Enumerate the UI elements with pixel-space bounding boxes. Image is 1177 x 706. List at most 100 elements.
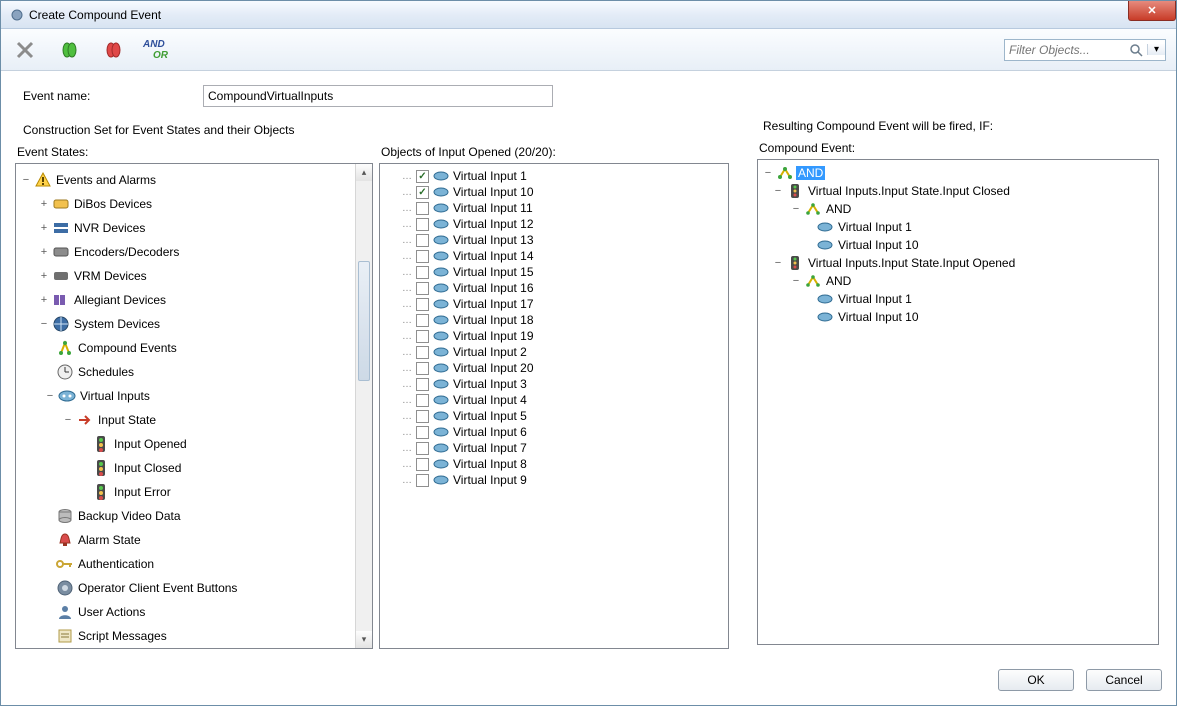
- compound-tree[interactable]: − AND − Virtual Inputs.Input State.Input…: [758, 160, 1158, 330]
- object-row[interactable]: …Virtual Input 6: [384, 424, 726, 440]
- object-row[interactable]: …Virtual Input 17: [384, 296, 726, 312]
- scroll-up-icon[interactable]: ▴: [356, 164, 372, 181]
- remove-red-tool[interactable]: [99, 36, 127, 64]
- virtual-input-icon: [433, 347, 449, 357]
- compound-opened-and[interactable]: − AND: [762, 272, 1156, 290]
- compound-opened-path[interactable]: − Virtual Inputs.Input State.Input Opene…: [762, 254, 1156, 272]
- checkbox[interactable]: ✓: [416, 186, 429, 199]
- object-row[interactable]: …Virtual Input 19: [384, 328, 726, 344]
- tree-item-script-messages[interactable]: Script Messages: [20, 624, 354, 648]
- tree-item-input-state[interactable]: − Input State: [20, 408, 354, 432]
- tree-item-dibos[interactable]: + DiBos Devices: [20, 192, 354, 216]
- tree-item-input-closed[interactable]: Input Closed: [20, 456, 354, 480]
- compound-closed-and[interactable]: − AND: [762, 200, 1156, 218]
- filter-dropdown-button[interactable]: ▾: [1147, 44, 1165, 55]
- checkbox[interactable]: [416, 474, 429, 487]
- event-name-input[interactable]: [203, 85, 553, 107]
- object-row[interactable]: …Virtual Input 13: [384, 232, 726, 248]
- tree-item-nvr[interactable]: + NVR Devices: [20, 216, 354, 240]
- cancel-button[interactable]: Cancel: [1086, 669, 1162, 691]
- server-icon: [52, 219, 70, 237]
- object-row[interactable]: …✓Virtual Input 10: [384, 184, 726, 200]
- checkbox[interactable]: [416, 282, 429, 295]
- filter-input[interactable]: [1005, 41, 1125, 59]
- object-row[interactable]: …Virtual Input 3: [384, 376, 726, 392]
- compound-closed-vi10[interactable]: Virtual Input 10: [762, 236, 1156, 254]
- checkbox[interactable]: [416, 426, 429, 439]
- object-label: Virtual Input 15: [453, 265, 534, 279]
- tree-item-encdec[interactable]: + Encoders/Decoders: [20, 240, 354, 264]
- object-row[interactable]: …Virtual Input 11: [384, 200, 726, 216]
- compound-closed-vi1[interactable]: Virtual Input 1: [762, 218, 1156, 236]
- event-states-tree[interactable]: − Events and Alarms + DiBos Devic: [16, 164, 372, 652]
- checkbox[interactable]: [416, 266, 429, 279]
- scroll-down-icon[interactable]: ▾: [356, 631, 372, 648]
- object-row[interactable]: …✓Virtual Input 1: [384, 168, 726, 184]
- close-button[interactable]: ✕: [1128, 1, 1176, 21]
- tree-item-system[interactable]: − System Devices: [20, 312, 354, 336]
- object-row[interactable]: …Virtual Input 5: [384, 408, 726, 424]
- encoder-icon: [52, 243, 70, 261]
- ok-button[interactable]: OK: [998, 669, 1074, 691]
- checkbox[interactable]: [416, 218, 429, 231]
- checkbox[interactable]: [416, 458, 429, 471]
- scroll-thumb[interactable]: [358, 261, 370, 381]
- checkbox[interactable]: [416, 410, 429, 423]
- checkbox[interactable]: [416, 362, 429, 375]
- virtual-input-icon: [433, 395, 449, 405]
- checkbox[interactable]: [416, 314, 429, 327]
- checkbox[interactable]: [416, 330, 429, 343]
- object-row[interactable]: …Virtual Input 16: [384, 280, 726, 296]
- add-green-tool[interactable]: [55, 36, 83, 64]
- checkbox[interactable]: [416, 442, 429, 455]
- objects-list[interactable]: …✓Virtual Input 1…✓Virtual Input 10…Virt…: [380, 164, 728, 492]
- tree-item-schedules[interactable]: Schedules: [20, 360, 354, 384]
- object-row[interactable]: …Virtual Input 14: [384, 248, 726, 264]
- checkbox[interactable]: [416, 298, 429, 311]
- tree-root[interactable]: − Events and Alarms: [20, 168, 354, 192]
- event-states-header: Event States:: [15, 143, 373, 163]
- delete-tool[interactable]: [11, 36, 39, 64]
- object-row[interactable]: …Virtual Input 12: [384, 216, 726, 232]
- object-row[interactable]: …Virtual Input 18: [384, 312, 726, 328]
- tree-item-allegiant[interactable]: + Allegiant Devices: [20, 288, 354, 312]
- object-row[interactable]: …Virtual Input 4: [384, 392, 726, 408]
- tree-item-virtual-inputs[interactable]: − Virtual Inputs: [20, 384, 354, 408]
- tree-item-backup[interactable]: Backup Video Data: [20, 504, 354, 528]
- virtual-input-icon: [433, 251, 449, 261]
- object-row[interactable]: …Virtual Input 7: [384, 440, 726, 456]
- checkbox[interactable]: [416, 394, 429, 407]
- filter-search-button[interactable]: [1125, 43, 1147, 57]
- checkbox[interactable]: [416, 202, 429, 215]
- event-states-tree-panel: − Events and Alarms + DiBos Devic: [15, 163, 373, 649]
- object-row[interactable]: …Virtual Input 9: [384, 472, 726, 488]
- tree-item-input-error[interactable]: Input Error: [20, 480, 354, 504]
- checkbox[interactable]: [416, 346, 429, 359]
- tree-item-user-actions[interactable]: User Actions: [20, 600, 354, 624]
- tree-item-input-opened[interactable]: Input Opened: [20, 432, 354, 456]
- compound-closed-path[interactable]: − Virtual Inputs.Input State.Input Close…: [762, 182, 1156, 200]
- object-row[interactable]: …Virtual Input 8: [384, 456, 726, 472]
- tree-item-auth[interactable]: Authentication: [20, 552, 354, 576]
- tree-item-alarm-state[interactable]: Alarm State: [20, 528, 354, 552]
- compound-opened-vi10[interactable]: Virtual Input 10: [762, 308, 1156, 326]
- tree-item-compound-events[interactable]: Compound Events: [20, 336, 354, 360]
- checkbox[interactable]: [416, 234, 429, 247]
- object-row[interactable]: …Virtual Input 15: [384, 264, 726, 280]
- dotted-icon: …: [402, 347, 412, 358]
- scroll-track[interactable]: [356, 181, 372, 631]
- checkbox[interactable]: [416, 378, 429, 391]
- tree-item-operator-buttons[interactable]: Operator Client Event Buttons: [20, 576, 354, 600]
- and-or-tool[interactable]: AND OR: [143, 36, 168, 64]
- object-row[interactable]: …Virtual Input 2: [384, 344, 726, 360]
- compound-root-and[interactable]: − AND: [762, 164, 1156, 182]
- titlebar[interactable]: Create Compound Event ✕: [1, 1, 1176, 29]
- compound-opened-vi1[interactable]: Virtual Input 1: [762, 290, 1156, 308]
- collapse-icon[interactable]: −: [20, 174, 32, 186]
- tree-item-vrm[interactable]: + VRM Devices: [20, 264, 354, 288]
- checkbox[interactable]: [416, 250, 429, 263]
- scrollbar[interactable]: ▴ ▾: [355, 164, 372, 648]
- checkbox[interactable]: ✓: [416, 170, 429, 183]
- object-label: Virtual Input 7: [453, 441, 527, 455]
- object-row[interactable]: …Virtual Input 20: [384, 360, 726, 376]
